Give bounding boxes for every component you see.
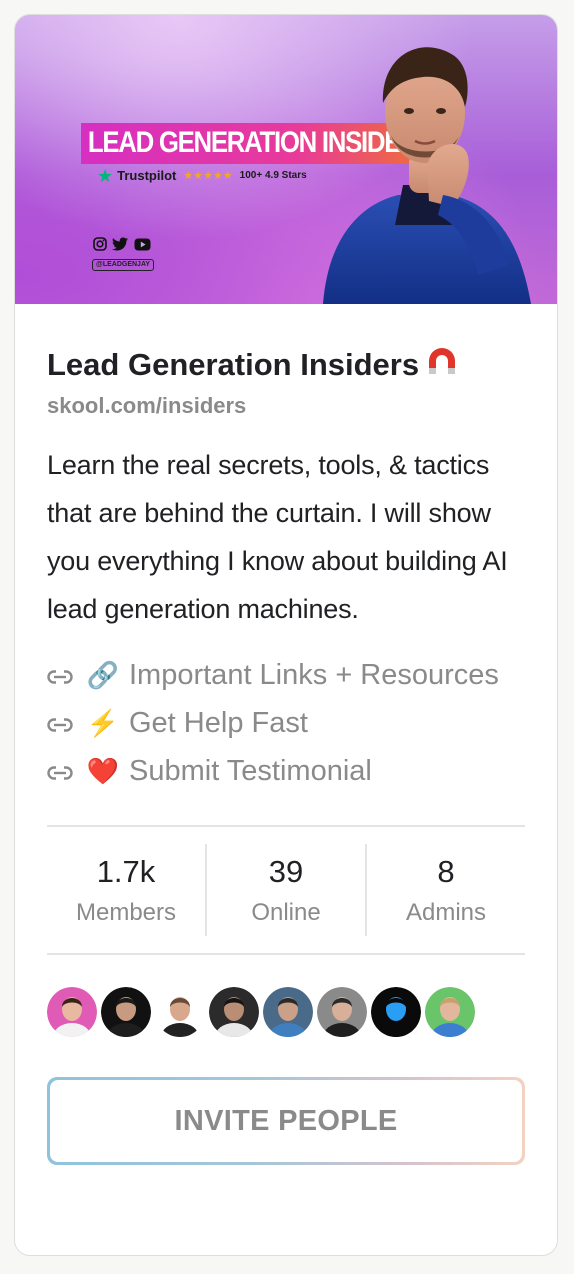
stat-label: Online — [251, 899, 321, 926]
link-get-help-fast[interactable]: ⚡ Get Help Fast — [47, 699, 525, 747]
member-avatar[interactable] — [101, 987, 151, 1037]
link-important-resources[interactable]: 🔗 Important Links + Resources — [47, 651, 525, 699]
lightning-emoji-icon: ⚡ — [86, 707, 120, 738]
chain-emoji-icon: 🔗 — [86, 659, 120, 690]
group-name: Lead Generation Insiders — [47, 343, 525, 386]
stat-online[interactable]: 39 Online — [205, 844, 365, 936]
group-stats: 1.7k Members 39 Online 8 Admins — [47, 825, 525, 955]
twitter-icon — [112, 237, 129, 256]
invite-people-button[interactable]: INVITE PEOPLE — [47, 1077, 525, 1165]
member-avatar[interactable] — [155, 987, 205, 1037]
member-avatar[interactable] — [263, 987, 313, 1037]
stat-label: Admins — [405, 899, 487, 926]
heart-emoji-icon: ❤️ — [86, 755, 120, 786]
trustpilot-rating: ★ Trustpilot ★★★★★ 100+ 4.9 Stars — [97, 165, 307, 186]
banner-social-icons — [93, 237, 151, 256]
instagram-icon — [93, 237, 107, 256]
member-avatar[interactable] — [371, 987, 421, 1037]
stat-value: 8 — [437, 854, 455, 889]
link-label: Get Help Fast — [129, 706, 308, 739]
group-info: Lead Generation Insiders skool.com/insid… — [15, 343, 557, 1165]
rating-stars: ★★★★★ — [183, 170, 233, 182]
youtube-icon — [134, 238, 151, 256]
social-handle: @LEADGENJAY — [92, 259, 155, 271]
link-icon — [47, 659, 73, 692]
member-avatar[interactable] — [425, 987, 475, 1037]
stat-label: Members — [75, 899, 177, 926]
group-name-text: Lead Generation Insiders — [47, 346, 420, 382]
member-avatar[interactable] — [47, 987, 97, 1037]
host-portrait — [323, 47, 531, 304]
stat-admins[interactable]: 8 Admins — [365, 844, 525, 936]
link-label: Important Links + Resources — [129, 658, 499, 691]
trustpilot-star-icon: ★ — [97, 165, 114, 186]
group-links: 🔗 Important Links + Resources ⚡ Get Help… — [47, 651, 525, 795]
link-icon — [47, 755, 73, 788]
group-cover-image[interactable]: LEAD GENERATION INSIDERS ★ Trustpilot ★★… — [15, 15, 557, 304]
group-url[interactable]: skool.com/insiders — [47, 392, 525, 420]
member-avatar[interactable] — [317, 987, 367, 1037]
stat-members[interactable]: 1.7k Members — [47, 844, 205, 936]
invite-people-label: INVITE PEOPLE — [50, 1080, 522, 1162]
link-icon — [47, 707, 73, 740]
member-avatar[interactable] — [209, 987, 259, 1037]
group-about-card: LEAD GENERATION INSIDERS ★ Trustpilot ★★… — [14, 14, 558, 1256]
magnet-icon — [425, 343, 459, 386]
stat-value: 39 — [268, 854, 304, 889]
stat-value: 1.7k — [96, 854, 156, 889]
trustpilot-name: Trustpilot — [117, 168, 177, 183]
group-description: Learn the real secrets, tools, & tactics… — [47, 450, 508, 624]
rating-text: 100+ 4.9 Stars — [239, 170, 307, 181]
member-avatars — [47, 987, 525, 1037]
link-submit-testimonial[interactable]: ❤️ Submit Testimonial — [47, 747, 525, 795]
link-label: Submit Testimonial — [129, 754, 372, 787]
